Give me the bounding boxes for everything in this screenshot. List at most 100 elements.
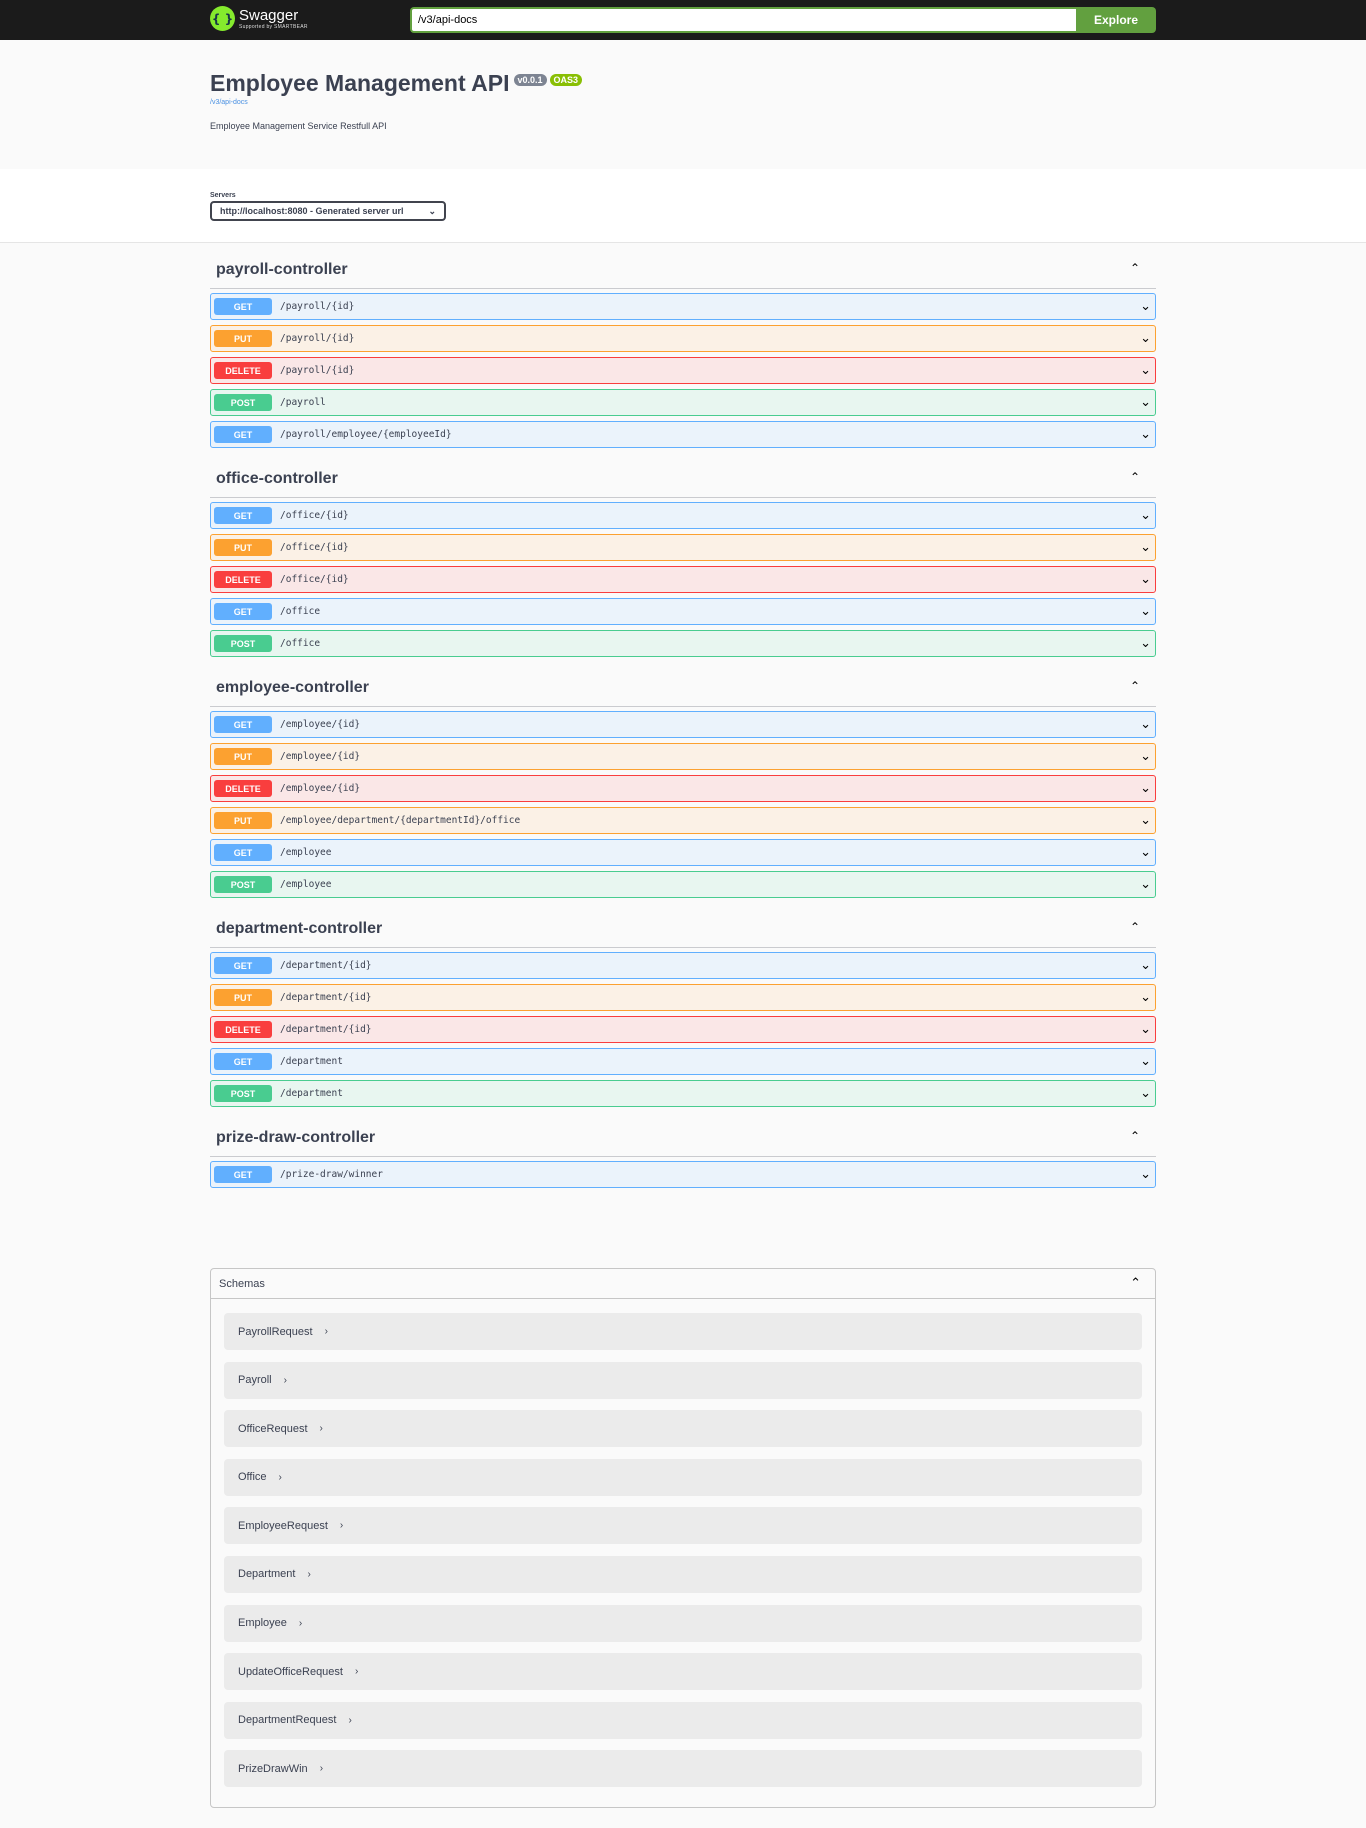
- tag-header-department-controller[interactable]: department-controller ⌃: [210, 902, 1156, 948]
- operation-post[interactable]: POST/employee ⌄: [210, 871, 1156, 898]
- api-description: Employee Management Service Restfull API: [210, 121, 387, 131]
- operation-get[interactable]: GET/office/{id} ⌄: [210, 502, 1156, 529]
- spec-link[interactable]: /v3/api-docs: [210, 99, 1156, 106]
- operation-put[interactable]: PUT/employee/{id} ⌄: [210, 743, 1156, 770]
- chevron-up-icon: ⌃: [1129, 920, 1140, 934]
- chevron-down-icon[interactable]: ⌄: [1140, 363, 1151, 378]
- operation-path: /payroll/{id}: [280, 301, 355, 312]
- tag-name: department-controller: [216, 920, 383, 937]
- chevron-down-icon[interactable]: ⌄: [1140, 1022, 1151, 1037]
- chevron-right-icon: ›: [283, 1374, 287, 1386]
- chevron-down-icon[interactable]: ⌄: [1140, 427, 1151, 442]
- operation-get[interactable]: GET/prize-draw/winner ⌄: [210, 1161, 1156, 1188]
- schemas-header[interactable]: Schemas ⌃: [211, 1269, 1155, 1299]
- chevron-down-icon[interactable]: ⌄: [1140, 395, 1151, 410]
- operation-path: /employee/{id}: [280, 719, 361, 730]
- schema-item[interactable]: PrizeDrawWin ›: [224, 1750, 1142, 1788]
- operation-get[interactable]: GET/office ⌄: [210, 598, 1156, 625]
- operation-get[interactable]: GET/department ⌄: [210, 1048, 1156, 1075]
- chevron-up-icon: ⌃: [1129, 1129, 1140, 1143]
- chevron-down-icon[interactable]: ⌄: [1140, 877, 1151, 892]
- operation-delete[interactable]: DELETE/office/{id} ⌄: [210, 566, 1156, 593]
- operation-put[interactable]: PUT/employee/department/{departmentId}/o…: [210, 807, 1156, 834]
- operation-path: /employee/{id}: [280, 783, 361, 794]
- tag-header-payroll-controller[interactable]: payroll-controller ⌃: [210, 243, 1156, 289]
- operation-path: /payroll: [280, 397, 326, 408]
- api-title: Employee Management API: [210, 70, 510, 96]
- method-badge: PUT: [214, 748, 272, 765]
- chevron-down-icon[interactable]: ⌄: [1140, 781, 1151, 796]
- schema-item[interactable]: Payroll ›: [224, 1361, 1142, 1399]
- chevron-down-icon[interactable]: ⌄: [1140, 572, 1151, 587]
- spec-url-form: Explore: [410, 7, 1156, 33]
- schemas-section: Schemas ⌃ PayrollRequest › Payroll › OfficeR…: [210, 1268, 1156, 1808]
- schema-name: EmployeeRequest: [238, 1519, 328, 1532]
- schema-list: PayrollRequest › Payroll › OfficeRequest › Off…: [224, 1313, 1142, 1799]
- operation-get[interactable]: GET/department/{id} ⌄: [210, 952, 1156, 979]
- chevron-down-icon[interactable]: ⌄: [1140, 749, 1151, 764]
- method-badge: DELETE: [214, 362, 272, 379]
- operation-put[interactable]: PUT/office/{id} ⌄: [210, 534, 1156, 561]
- logo-title: Swagger: [239, 6, 299, 24]
- chevron-down-icon[interactable]: ⌄: [1140, 717, 1151, 732]
- operation-get[interactable]: GET/payroll/employee/{employeeId} ⌄: [210, 421, 1156, 448]
- chevron-down-icon[interactable]: ⌄: [1140, 604, 1151, 619]
- schema-item[interactable]: EmployeeRequest ›: [224, 1507, 1142, 1545]
- chevron-down-icon[interactable]: ⌄: [1140, 299, 1151, 314]
- chevron-down-icon[interactable]: ⌄: [1140, 958, 1151, 973]
- operations: payroll-controller ⌃ GET/payroll/{id} ⌄ PUT /…: [210, 243, 1156, 1192]
- tag-name: office-controller: [216, 470, 338, 487]
- servers-select[interactable]: http://localhost:8080 - Generated server…: [210, 201, 446, 221]
- method-badge: PUT: [214, 539, 272, 556]
- chevron-down-icon[interactable]: ⌄: [1140, 845, 1151, 860]
- chevron-down-icon[interactable]: ⌄: [1140, 331, 1151, 346]
- operation-path: /office/{id}: [280, 542, 349, 553]
- operation-post[interactable]: POST/payroll ⌄: [210, 389, 1156, 416]
- swagger-logo[interactable]: { } Swagger Supported by SMARTBEAR: [210, 6, 308, 31]
- method-badge: GET: [214, 716, 272, 733]
- chevron-down-icon[interactable]: ⌄: [1140, 540, 1151, 555]
- schema-name: Office: [238, 1471, 267, 1484]
- chevron-down-icon[interactable]: ⌄: [1140, 1054, 1151, 1069]
- schema-item[interactable]: OfficeRequest ›: [224, 1410, 1142, 1448]
- operation-delete[interactable]: DELETE/department/{id} ⌄: [210, 1016, 1156, 1043]
- operation-put[interactable]: PUT/department/{id} ⌄: [210, 984, 1156, 1011]
- chevron-down-icon[interactable]: ⌄: [1140, 508, 1151, 523]
- operation-put[interactable]: PUT/payroll/{id} ⌄: [210, 325, 1156, 352]
- operation-post[interactable]: POST/office ⌄: [210, 630, 1156, 657]
- operation-delete[interactable]: DELETE/payroll/{id} ⌄: [210, 357, 1156, 384]
- logo-subtitle: Supported by SMARTBEAR: [239, 23, 308, 30]
- chevron-down-icon[interactable]: ⌄: [1140, 990, 1151, 1005]
- operation-post[interactable]: POST/department ⌄: [210, 1080, 1156, 1107]
- operation-path: /office/{id}: [280, 510, 349, 521]
- schema-item[interactable]: Employee ›: [224, 1604, 1142, 1642]
- servers-selected-value: http://localhost:8080 - Generated server…: [220, 206, 404, 216]
- schema-item[interactable]: Department ›: [224, 1555, 1142, 1593]
- schema-item[interactable]: Office ›: [224, 1458, 1142, 1496]
- tag-header-employee-controller[interactable]: employee-controller ⌃: [210, 661, 1156, 707]
- operation-get[interactable]: GET/employee/{id} ⌄: [210, 711, 1156, 738]
- schema-item[interactable]: DepartmentRequest ›: [224, 1701, 1142, 1739]
- operation-delete[interactable]: DELETE/employee/{id} ⌄: [210, 775, 1156, 802]
- tag-header-office-controller[interactable]: office-controller ⌃: [210, 452, 1156, 498]
- operation-path: /payroll/employee/{employeeId}: [280, 429, 452, 440]
- operation-get[interactable]: GET/employee ⌄: [210, 839, 1156, 866]
- operation-path: /office/{id}: [280, 574, 349, 585]
- chevron-down-icon[interactable]: ⌄: [1140, 1167, 1151, 1182]
- method-badge: GET: [214, 957, 272, 974]
- chevron-down-icon[interactable]: ⌄: [1140, 1086, 1151, 1101]
- schema-item[interactable]: UpdateOfficeRequest ›: [224, 1653, 1142, 1691]
- chevron-right-icon: ›: [319, 1423, 323, 1435]
- chevron-down-icon[interactable]: ⌄: [1140, 813, 1151, 828]
- spec-url-input[interactable]: [410, 7, 1076, 33]
- method-badge: DELETE: [214, 780, 272, 797]
- schema-name: PayrollRequest: [238, 1325, 313, 1338]
- operation-get[interactable]: GET/payroll/{id} ⌄: [210, 293, 1156, 320]
- tag-header-prize-draw-controller[interactable]: prize-draw-controller ⌃: [210, 1111, 1156, 1157]
- chevron-down-icon[interactable]: ⌄: [1140, 636, 1151, 651]
- operation-path: /department/{id}: [280, 960, 372, 971]
- operation-path: /department: [280, 1056, 343, 1067]
- schema-item[interactable]: PayrollRequest ›: [224, 1313, 1142, 1350]
- explore-button[interactable]: Explore: [1076, 7, 1156, 33]
- method-badge: GET: [214, 507, 272, 524]
